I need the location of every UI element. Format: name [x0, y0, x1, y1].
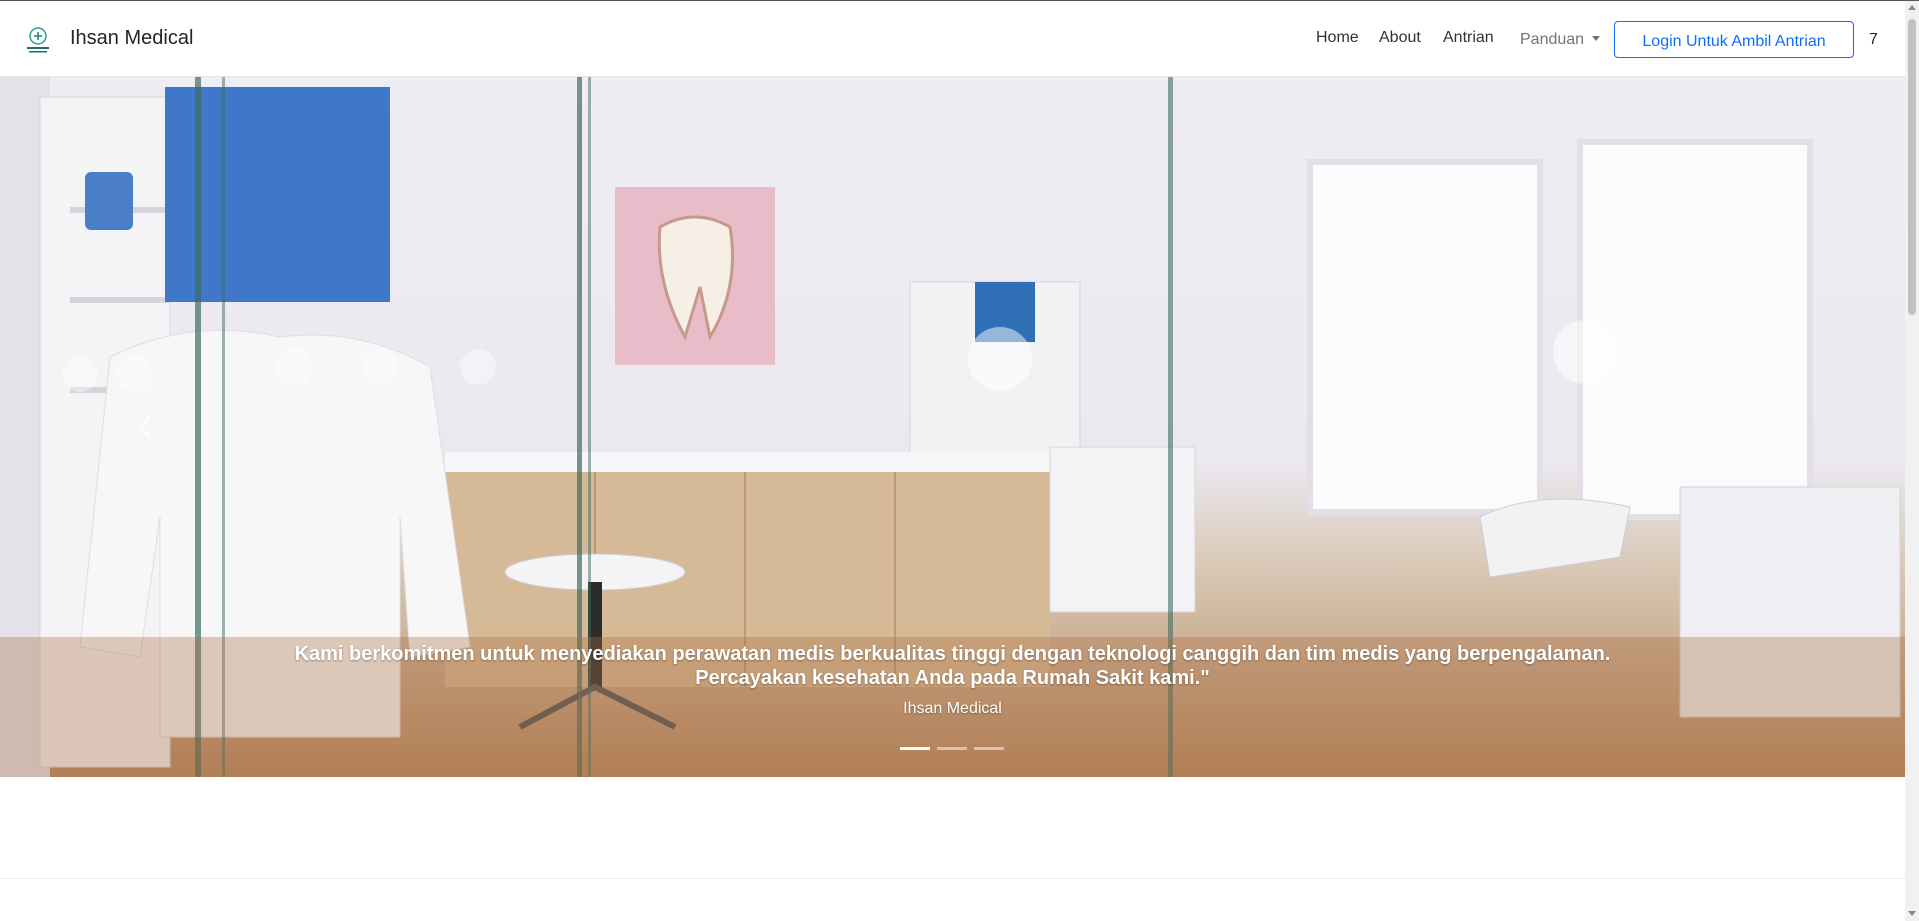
scroll-down-icon[interactable]: [1908, 911, 1916, 916]
nav-about-link[interactable]: About: [1379, 29, 1421, 47]
scrollbar-thumb[interactable]: [1908, 19, 1916, 315]
page-scrollbar[interactable]: [1905, 1, 1919, 921]
section-divider: [0, 878, 1905, 879]
navbar: Ihsan Medical Home About Antrian Panduan…: [0, 1, 1905, 77]
chevron-left-icon: [137, 415, 152, 439]
brand-name[interactable]: Ihsan Medical: [70, 27, 193, 50]
carousel-indicators: [900, 747, 1005, 753]
nav-antrian-link[interactable]: Antrian: [1443, 29, 1494, 47]
caption-line-1: Kami berkomitmen untuk menyediakan peraw…: [294, 643, 1611, 665]
panduan-label: Panduan: [1520, 31, 1585, 48]
scroll-up-icon[interactable]: [1908, 5, 1916, 10]
nav-count: 7: [1869, 31, 1878, 48]
carousel-indicator-3[interactable]: [974, 747, 1004, 750]
carousel-caption: Kami berkomitmen untuk menyediakan peraw…: [240, 642, 1665, 718]
caption-author: Ihsan Medical: [903, 700, 1002, 717]
nav-home-link[interactable]: Home: [1316, 29, 1359, 47]
carousel-indicator-1[interactable]: [900, 747, 930, 750]
carousel-prev-control[interactable]: [130, 407, 160, 447]
nav-panduan-dropdown[interactable]: Panduan: [1520, 31, 1601, 49]
hero-carousel: Kami berkomitmen untuk menyediakan peraw…: [0, 77, 1905, 777]
medical-logo-icon[interactable]: [23, 25, 53, 57]
caret-down-icon: [1592, 36, 1601, 41]
login-ambil-antrian-button[interactable]: Login Untuk Ambil Antrian: [1614, 21, 1854, 58]
caption-line-2: Percayakan kesehatan Anda pada Rumah Sak…: [695, 667, 1210, 689]
carousel-indicator-2[interactable]: [937, 747, 967, 750]
